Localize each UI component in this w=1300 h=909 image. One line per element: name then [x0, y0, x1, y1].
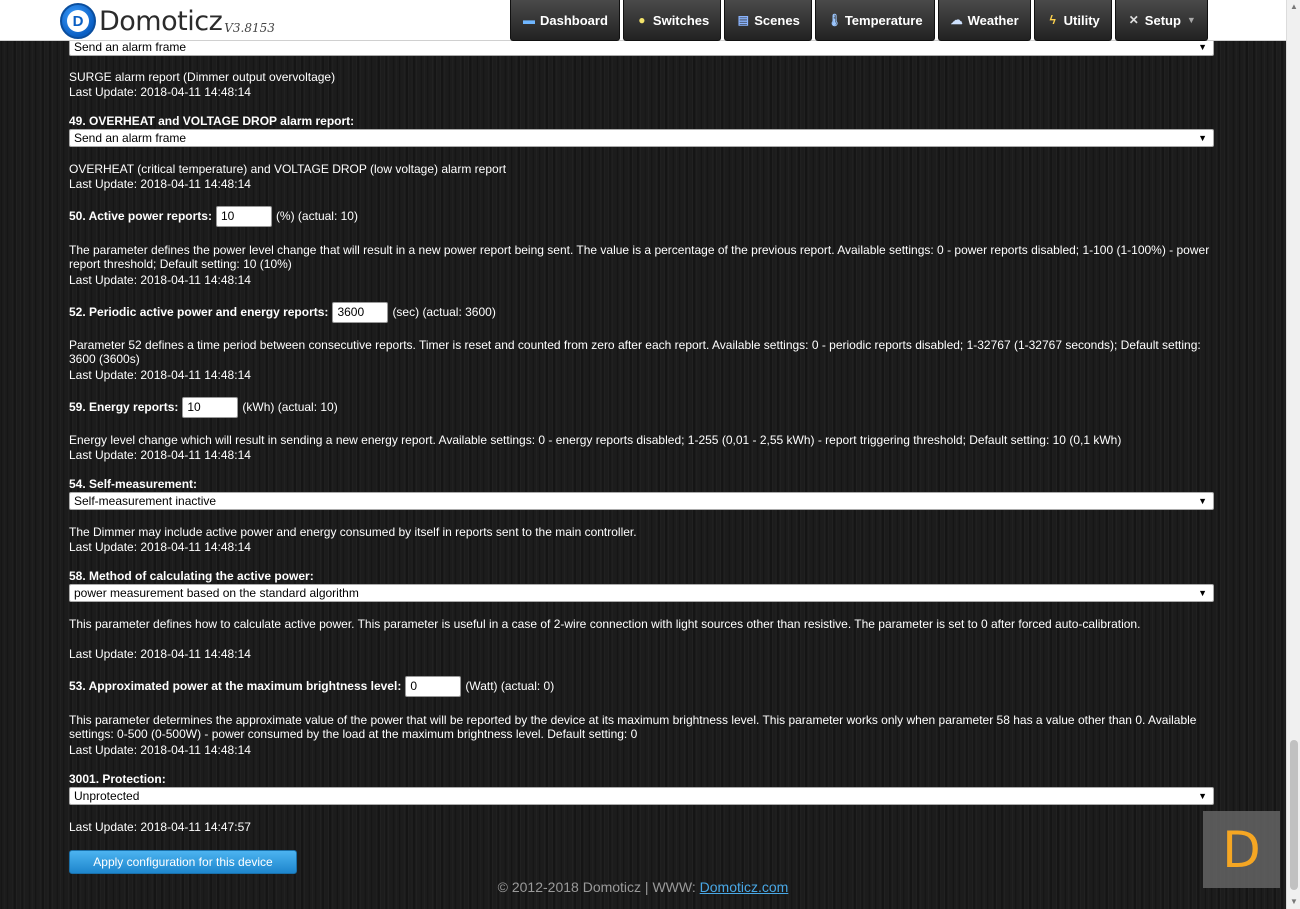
param-49-select[interactable]: Send an alarm frame ▼: [69, 129, 1214, 147]
param-54-label: 54. Self-measurement:: [69, 477, 198, 491]
surge-description: SURGE alarm report (Dimmer output overvo…: [69, 70, 336, 84]
param-59-suffix: (kWh) (actual: 10): [242, 400, 338, 414]
param-54-last-update: Last Update: 2018-04-11 14:48:14: [69, 540, 251, 554]
param-52-description: Parameter 52 defines a time period betwe…: [69, 338, 1201, 366]
param-58-description: This parameter defines how to calculate …: [69, 617, 1141, 631]
footer-copyright: © 2012-2018 Domoticz | WWW:: [497, 879, 700, 895]
param-52-last-update: Last Update: 2018-04-11 14:48:14: [69, 368, 251, 382]
param-53-label: 53. Approximated power at the maximum br…: [69, 679, 402, 693]
chevron-down-icon: ▼: [1198, 133, 1207, 143]
param-50-input[interactable]: 10: [215, 205, 272, 227]
nav-utility[interactable]: ϟ Utility: [1033, 0, 1112, 41]
chevron-down-icon: ▼: [1198, 791, 1207, 801]
chevron-down-icon: ▼: [1198, 496, 1207, 506]
param-52-suffix: (sec) (actual: 3600): [392, 305, 496, 319]
app-logo[interactable]: D Domoticz V3.8153: [60, 3, 275, 39]
chevron-down-icon: ▼: [1198, 42, 1207, 52]
param-49-last-update: Last Update: 2018-04-11 14:48:14: [69, 177, 251, 191]
param-3001-last-update: Last Update: 2018-04-11 14:47:57: [69, 820, 251, 834]
nav-scenes[interactable]: ▤ Scenes: [724, 0, 812, 41]
param-53-suffix: (Watt) (actual: 0): [465, 679, 555, 693]
dashboard-icon: ▬: [523, 13, 535, 27]
param-59-label: 59. Energy reports:: [69, 400, 179, 414]
param-53-row: 53. Approximated power at the maximum br…: [69, 675, 554, 697]
param-53-last-update: Last Update: 2018-04-11 14:48:14: [69, 743, 251, 757]
param-59-row: 59. Energy reports: 10 (kWh) (actual: 10…: [69, 396, 338, 418]
scenes-icon: ▤: [737, 13, 749, 27]
param-59-description: Energy level change which will result in…: [69, 433, 1122, 447]
param-3001-select[interactable]: Unprotected ▼: [69, 787, 1214, 805]
domoticz-logo-icon: D: [60, 3, 96, 39]
param-50-last-update: Last Update: 2018-04-11 14:48:14: [69, 273, 251, 287]
thermometer-icon: 🌡: [826, 13, 843, 27]
page-scrollbar[interactable]: ▲ ▼: [1286, 0, 1300, 909]
param-52-label: 52. Periodic active power and energy rep…: [69, 305, 329, 319]
param-53-input[interactable]: 0: [405, 675, 462, 697]
scroll-up-icon[interactable]: ▲: [1287, 0, 1300, 14]
param-53-description: This parameter determines the approximat…: [69, 713, 1197, 741]
scroll-down-icon[interactable]: ▼: [1287, 895, 1300, 909]
param-52-row: 52. Periodic active power and energy rep…: [69, 301, 496, 323]
scroll-thumb[interactable]: [1290, 740, 1298, 890]
param-50-suffix: (%) (actual: 10): [275, 209, 358, 223]
param-58-label: 58. Method of calculating the active pow…: [69, 569, 314, 583]
footer: © 2012-2018 Domoticz | WWW: Domoticz.com: [0, 879, 1286, 895]
param-59-input[interactable]: 10: [182, 396, 239, 418]
param-58-select[interactable]: power measurement based on the standard …: [69, 584, 1214, 602]
nav-weather[interactable]: ☁ Weather: [937, 0, 1031, 41]
weather-icon: ☁: [950, 13, 963, 27]
param-54-description: The Dimmer may include active power and …: [69, 525, 637, 539]
domoticz-badge-icon[interactable]: D: [1203, 811, 1280, 888]
nav-switches[interactable]: ● Switches: [622, 0, 722, 41]
app-version: V3.8153: [224, 21, 275, 35]
param-54-select[interactable]: Self-measurement inactive ▼: [69, 492, 1214, 510]
param-52-input[interactable]: 3600: [332, 301, 389, 323]
param-58-last-update: Last Update: 2018-04-11 14:48:14: [69, 647, 251, 661]
tools-icon: ✕: [1128, 13, 1139, 27]
nav-setup[interactable]: ✕ Setup ▼: [1114, 0, 1208, 41]
main-nav: ▬ Dashboard ● Switches ▤ Scenes 🌡 Temper…: [510, 0, 1208, 41]
chevron-down-icon: ▼: [1198, 588, 1207, 598]
param-49-description: OVERHEAT (critical temperature) and VOLT…: [69, 162, 507, 176]
param-3001-label: 3001. Protection:: [69, 772, 166, 786]
param-50-row: 50. Active power reports: 10 (%) (actual…: [69, 205, 358, 227]
param-50-description: The parameter defines the power level ch…: [69, 243, 1210, 271]
param-49-label: 49. OVERHEAT and VOLTAGE DROP alarm repo…: [69, 114, 355, 128]
param-50-label: 50. Active power reports:: [69, 209, 212, 223]
chevron-down-icon: ▼: [1186, 15, 1196, 25]
nav-dashboard[interactable]: ▬ Dashboard: [510, 0, 620, 41]
param-59-last-update: Last Update: 2018-04-11 14:48:14: [69, 448, 251, 462]
apply-configuration-button[interactable]: Apply configuration for this device: [69, 850, 297, 874]
app-name: Domoticz: [99, 5, 223, 37]
footer-website-link[interactable]: Domoticz.com: [700, 879, 789, 895]
nav-temperature[interactable]: 🌡 Temperature: [814, 0, 935, 41]
lightbulb-icon: ●: [638, 13, 646, 27]
top-bar: D Domoticz V3.8153 ▬ Dashboard ● Switche…: [0, 0, 1286, 41]
surge-last-update: Last Update: 2018-04-11 14:48:14: [69, 85, 251, 99]
utility-icon: ϟ: [1049, 13, 1056, 27]
